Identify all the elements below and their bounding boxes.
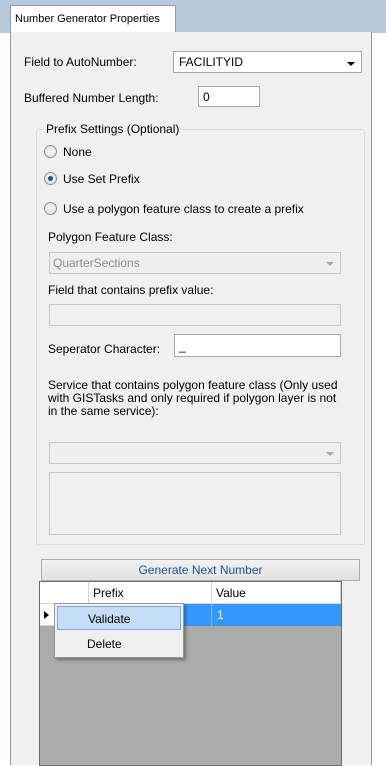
radio-polygon-prefix[interactable] <box>44 202 57 215</box>
current-row-arrow-icon <box>44 611 49 619</box>
generate-next-number-button[interactable]: Generate Next Number <box>41 559 360 581</box>
properties-panel: Field to AutoNumber: FACILITYID Buffered… <box>10 32 372 766</box>
radio-polygon-prefix-label[interactable]: Use a polygon feature class to create a … <box>63 202 304 216</box>
service-label: Service that contains polygon feature cl… <box>48 378 338 418</box>
column-header-value[interactable]: Value <box>212 582 341 604</box>
field-to-autonumber-dropdown[interactable]: FACILITYID <box>173 51 362 73</box>
prefix-settings-title: Prefix Settings (Optional) <box>44 122 182 136</box>
prefix-field-input[interactable] <box>49 304 341 326</box>
column-header-prefix[interactable]: Prefix <box>89 582 212 604</box>
buffered-length-input[interactable]: 0 <box>198 86 260 107</box>
service-dropdown[interactable] <box>49 442 341 464</box>
tab-number-generator-properties[interactable]: Number Generator Properties <box>10 5 176 33</box>
radio-none-label[interactable]: None <box>63 145 92 159</box>
tab-strip: Number Generator Properties <box>0 0 386 33</box>
separator-label: Seperator Character: <box>48 342 161 356</box>
context-menu: Validate Delete <box>54 603 184 658</box>
grid-cell-value[interactable]: 1 <box>212 604 341 626</box>
radio-use-set-prefix-label[interactable]: Use Set Prefix <box>63 172 140 186</box>
radio-use-set-prefix[interactable] <box>44 172 57 185</box>
field-to-autonumber-value: FACILITYID <box>179 55 244 69</box>
polygon-feature-class-dropdown[interactable]: QuarterSections <box>49 252 341 274</box>
buffered-length-label: Buffered Number Length: <box>24 91 159 105</box>
grid-corner-header <box>40 582 89 604</box>
radio-none[interactable] <box>44 145 57 158</box>
context-menu-delete[interactable]: Delete <box>57 632 181 656</box>
chevron-down-icon[interactable] <box>326 452 334 456</box>
chevron-down-icon[interactable] <box>347 62 355 66</box>
prefix-field-label: Field that contains prefix value: <box>48 283 214 297</box>
service-details-box <box>49 472 341 535</box>
chevron-down-icon[interactable] <box>326 262 334 266</box>
polygon-feature-class-label: Polygon Feature Class: <box>48 230 173 244</box>
context-menu-validate[interactable]: Validate <box>57 606 181 630</box>
separator-input[interactable]: _ <box>174 334 341 357</box>
field-to-autonumber-label: Field to AutoNumber: <box>24 55 137 69</box>
polygon-feature-class-value: QuarterSections <box>53 256 140 270</box>
